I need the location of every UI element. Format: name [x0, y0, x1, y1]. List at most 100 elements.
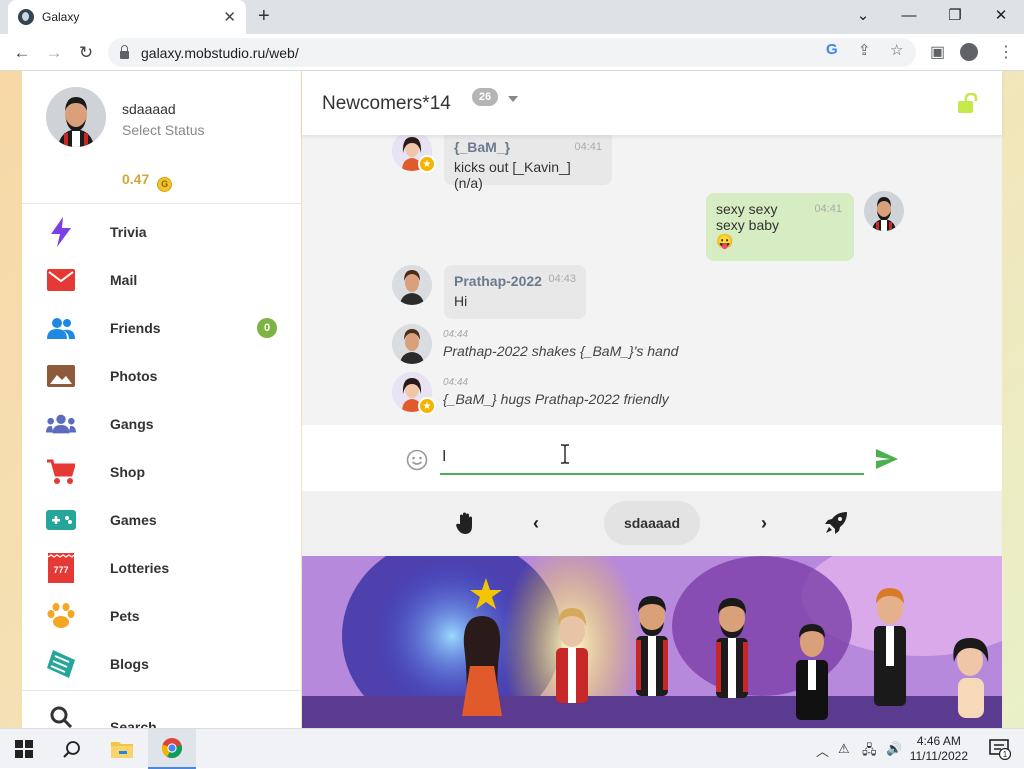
- svg-text:777: 777: [53, 565, 68, 575]
- chrome-menu-icon[interactable]: ⋮: [998, 42, 1014, 62]
- select-status-link[interactable]: Select Status: [122, 122, 205, 138]
- hand-icon[interactable]: [454, 511, 478, 535]
- sidebar-item-label: Games: [110, 512, 157, 528]
- photo-icon: [46, 361, 76, 391]
- side-panel-icon[interactable]: ▣: [930, 42, 945, 62]
- volume-icon[interactable]: 🔊: [886, 741, 902, 757]
- sidebar-item-gangs[interactable]: Gangs: [22, 400, 301, 448]
- minimize-button[interactable]: —: [886, 0, 932, 30]
- sidebar-item-shop[interactable]: Shop: [22, 448, 301, 496]
- browser-tab-strip: Galaxy ✕ + ⌄ — ❐ ✕: [0, 0, 1024, 34]
- search-icon[interactable]: [48, 729, 96, 769]
- share-icon[interactable]: ⇪: [858, 41, 871, 59]
- browser-tab[interactable]: Galaxy ✕: [8, 0, 246, 34]
- message-input[interactable]: [440, 441, 864, 475]
- message-time: 04:43: [548, 273, 576, 285]
- sidebar-item-photos[interactable]: Photos: [22, 352, 301, 400]
- sidebar-item-lotteries[interactable]: 777 Lotteries: [22, 544, 301, 592]
- bookmark-star-icon[interactable]: ☆: [890, 41, 903, 59]
- message-list[interactable]: ★ {_BaM_} 04:41 kicks out [_Kavin_] (n/a…: [302, 135, 1002, 425]
- profile-section: sdaaaad Select Status 0.47 G: [22, 71, 301, 204]
- network-icon[interactable]: 🖧: [862, 741, 877, 763]
- close-tab-icon[interactable]: ✕: [223, 8, 236, 26]
- sidebar-item-label: Mail: [110, 272, 138, 288]
- url-bar[interactable]: galaxy.mobstudio.ru/web/: [108, 38, 916, 67]
- tab-title: Galaxy: [42, 10, 80, 24]
- promo-banner[interactable]: [302, 556, 1002, 728]
- sidebar-item-label: Lotteries: [110, 560, 170, 576]
- room-users-count-badge: 26: [472, 88, 498, 106]
- message-composer: [302, 425, 1002, 491]
- google-translate-icon[interactable]: G: [826, 41, 838, 58]
- action-text: {_BaM_} hugs Prathap-2022 friendly: [443, 391, 669, 407]
- close-window-button[interactable]: ✕: [978, 0, 1024, 30]
- new-tab-button[interactable]: +: [258, 5, 270, 28]
- rocket-icon[interactable]: [824, 511, 848, 535]
- tab-search-chevron-icon[interactable]: ⌄: [840, 0, 886, 30]
- sidebar-item-blogs[interactable]: Blogs: [22, 640, 301, 688]
- action-text: Prathap-2022 shakes {_BaM_}'s hand: [443, 343, 679, 359]
- sidebar-item-mail[interactable]: Mail: [22, 256, 301, 304]
- message-text: kicks out [_Kavin_] (n/a): [454, 159, 571, 191]
- reload-button[interactable]: ↻: [74, 41, 98, 65]
- file-explorer-icon[interactable]: [98, 729, 146, 769]
- sidebar-item-pets[interactable]: Pets: [22, 592, 301, 640]
- mail-icon: [46, 265, 76, 295]
- message-text-line: sexy baby: [716, 217, 780, 233]
- action-time: 04:44: [443, 329, 469, 340]
- profile-avatar-icon[interactable]: [960, 43, 978, 61]
- chrome-taskbar-icon[interactable]: [148, 729, 196, 769]
- friends-count-badge: 0: [257, 318, 277, 338]
- ticket-icon: 777: [46, 553, 76, 583]
- notification-center-icon[interactable]: 1: [976, 729, 1024, 769]
- next-user-chevron-icon[interactable]: ›: [752, 511, 776, 535]
- previous-user-chevron-icon[interactable]: ‹: [524, 511, 548, 535]
- sidebar-item-games[interactable]: Games: [22, 496, 301, 544]
- forward-button[interactable]: →: [42, 41, 66, 65]
- chat-panel: Newcomers*14 26 ★ {_BaM_} 04:41 kicks ou…: [302, 71, 1002, 728]
- avatar[interactable]: [46, 87, 106, 147]
- room-title[interactable]: Newcomers*14: [322, 93, 451, 115]
- back-button[interactable]: ←: [10, 41, 34, 65]
- url-text: galaxy.mobstudio.ru/web/: [141, 44, 299, 61]
- chat-header: Newcomers*14 26: [302, 71, 1002, 135]
- cart-icon: [46, 457, 76, 487]
- clock-date: 11/11/2022: [909, 749, 968, 763]
- unlock-icon[interactable]: [958, 92, 978, 113]
- current-nick-button[interactable]: sdaaaad: [604, 501, 700, 545]
- sidebar-item-label: Blogs: [110, 656, 149, 672]
- paw-icon: [46, 601, 76, 631]
- coin-amount: 0.47: [122, 171, 150, 187]
- galaxy-favicon-icon: [18, 9, 34, 25]
- blog-icon: [46, 649, 76, 679]
- sidebar-divider: [22, 690, 301, 691]
- sidebar-item-label: Shop: [110, 464, 145, 480]
- avatar[interactable]: [864, 191, 904, 231]
- show-hidden-icons-chevron-icon[interactable]: ︿: [816, 741, 829, 760]
- coin-balance[interactable]: 0.47 G: [122, 171, 173, 192]
- group-icon: [46, 409, 76, 439]
- message-time: 04:41: [814, 203, 842, 215]
- friends-icon: [46, 313, 76, 343]
- room-dropdown-chevron-icon[interactable]: [508, 96, 518, 102]
- vip-star-icon: ★: [418, 155, 436, 173]
- send-icon[interactable]: [876, 449, 898, 469]
- lightning-icon: [46, 217, 76, 247]
- system-clock[interactable]: 4:46 AM 11/11/2022: [910, 734, 968, 764]
- coin-icon: G: [157, 177, 173, 192]
- restore-button[interactable]: ❐: [932, 0, 978, 30]
- windows-start-icon[interactable]: [0, 729, 48, 769]
- sidebar-item-friends[interactable]: Friends 0: [22, 304, 301, 352]
- emoji-picker-icon[interactable]: [406, 449, 428, 471]
- avatar[interactable]: [392, 324, 432, 364]
- sidebar-item-search[interactable]: Search: [22, 693, 301, 728]
- username: sdaaaad: [122, 101, 176, 117]
- message-time: 04:41: [574, 141, 602, 153]
- sidebar-item-label: Pets: [110, 608, 140, 624]
- network-warning-icon[interactable]: ⚠: [838, 741, 850, 757]
- address-toolbar: ← → ↻ galaxy.mobstudio.ru/web/ G ⇪ ☆: [0, 34, 1024, 71]
- sidebar-item-trivia[interactable]: Trivia: [22, 208, 301, 256]
- lock-icon: [120, 44, 129, 59]
- avatar[interactable]: [392, 265, 432, 305]
- vip-star-icon: ★: [418, 397, 436, 415]
